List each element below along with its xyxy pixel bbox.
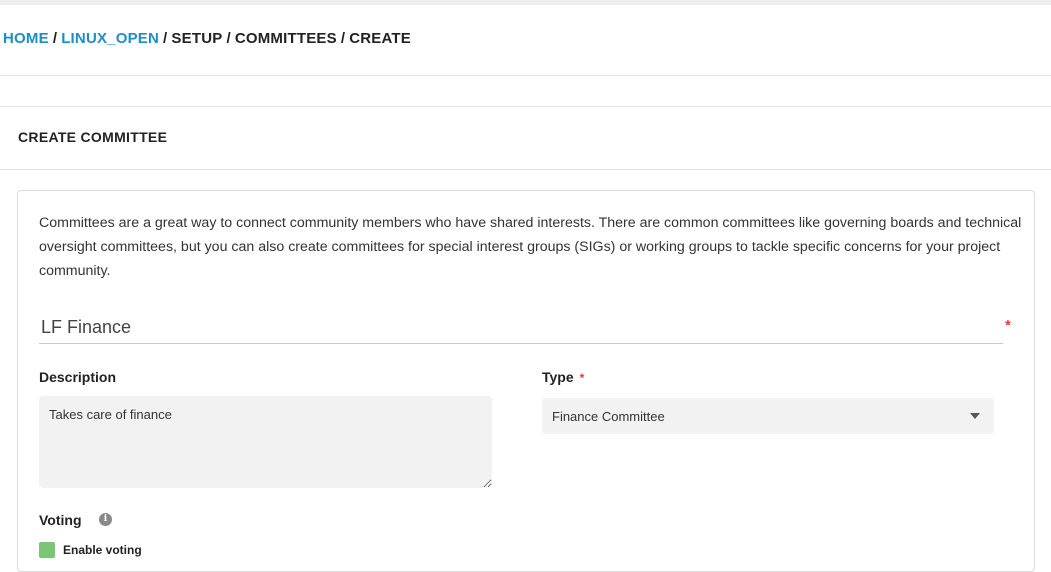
breadcrumb: HOME / LINUX_OPEN / SETUP / COMMITTEES / CREATE <box>3 30 411 47</box>
divider <box>0 106 1051 107</box>
type-label: Type * <box>542 369 584 385</box>
breadcrumb-home[interactable]: HOME <box>3 30 49 47</box>
enable-voting-checkbox[interactable] <box>39 542 55 558</box>
type-select-value: Finance Committee <box>552 408 665 424</box>
description-textarea[interactable]: Takes care of finance <box>39 396 492 488</box>
divider <box>0 169 1051 170</box>
intro-text: Committees are a great way to connect co… <box>39 215 1022 279</box>
section-title: CREATE COMMITTEE <box>18 129 168 145</box>
type-select[interactable]: Finance Committee <box>542 398 994 434</box>
breadcrumb-separator: / <box>52 30 58 47</box>
chevron-down-icon[interactable] <box>970 413 980 419</box>
breadcrumb-setup: SETUP <box>171 30 223 47</box>
type-label-text: Type <box>542 369 574 385</box>
breadcrumb-create: CREATE <box>349 30 411 47</box>
description-label: Description <box>39 369 116 385</box>
breadcrumb-committees: COMMITTEES <box>234 30 337 47</box>
breadcrumb-project[interactable]: LINUX_OPEN <box>61 30 159 47</box>
required-indicator: * <box>579 371 585 385</box>
divider <box>0 75 1051 76</box>
required-indicator: * <box>1005 317 1011 334</box>
top-bar <box>0 0 1051 5</box>
committee-name-input[interactable] <box>39 312 1003 344</box>
enable-voting-label[interactable]: Enable voting <box>63 543 142 557</box>
description-label-text: Description <box>39 369 117 385</box>
info-icon[interactable]: i <box>99 513 112 526</box>
breadcrumb-separator: / <box>226 30 231 47</box>
breadcrumb-separator: / <box>163 30 168 47</box>
voting-label: Voting <box>39 512 82 528</box>
breadcrumb-separator: / <box>340 30 346 47</box>
